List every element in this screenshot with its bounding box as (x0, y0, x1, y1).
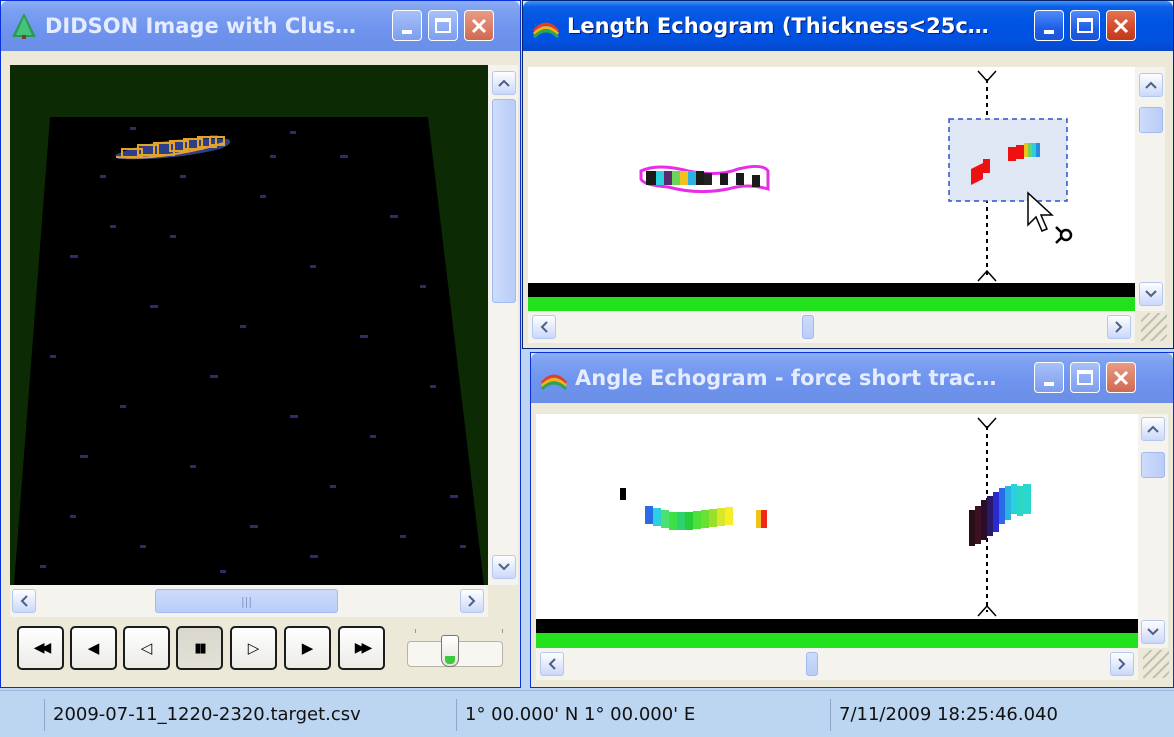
horizontal-scroll-thumb[interactable] (802, 315, 814, 339)
chevron-up-icon (498, 79, 510, 87)
slider-thumb[interactable] (441, 635, 459, 667)
minimize-icon (402, 29, 412, 34)
angle-horizontal-scrollbar[interactable] (536, 648, 1138, 680)
angle-echogram-plot[interactable] (536, 414, 1138, 648)
slider-ticks (415, 629, 503, 633)
playback-speed-slider[interactable] (405, 629, 505, 669)
chevron-down-icon (1147, 628, 1159, 636)
play-reverse-button[interactable]: ◁ (123, 626, 170, 670)
scroll-left-button[interactable] (532, 315, 556, 339)
close-icon (1113, 18, 1129, 33)
close-button[interactable] (1106, 362, 1136, 393)
close-icon (471, 18, 487, 33)
scroll-right-button[interactable] (1110, 652, 1134, 676)
angle-echogram-canvas (536, 417, 1138, 648)
length-echogram-window: Length Echogram (Thickness<25c… (522, 0, 1174, 349)
resize-grip[interactable] (1141, 313, 1167, 341)
scroll-up-button[interactable] (1139, 73, 1163, 97)
minimize-button[interactable] (1034, 362, 1064, 393)
vertical-scroll-thumb[interactable] (492, 99, 516, 303)
play-forward-icon: ▷ (247, 639, 260, 657)
horizontal-scroll-thumb[interactable] (806, 652, 818, 676)
step-back-button[interactable]: ◀ (70, 626, 117, 670)
minimize-icon (1044, 381, 1054, 386)
chevron-left-icon (20, 595, 28, 607)
angle-echogram-window: Angle Echogram - force short trac… (530, 352, 1174, 688)
close-icon (1113, 370, 1129, 385)
status-file: 2009-07-11_1220-2320.target.csv (44, 699, 444, 731)
scroll-grip: ||| (240, 594, 253, 608)
maximize-icon (435, 18, 451, 33)
status-timestamp: 7/11/2009 18:25:46.040 (830, 699, 1160, 731)
minimize-button[interactable] (392, 10, 422, 41)
chevron-down-icon (1145, 290, 1157, 298)
fish-track-selected[interactable] (639, 164, 770, 194)
play-forward-button[interactable]: ▷ (230, 626, 277, 670)
pause-icon: ▮▮ (194, 640, 206, 656)
chevron-up-icon (1147, 425, 1159, 433)
sonar-image-area[interactable] (10, 65, 488, 585)
length-echogram-title: Length Echogram (Thickness<25c… (567, 14, 989, 38)
scroll-right-button[interactable] (1107, 315, 1131, 339)
resize-grip[interactable] (1143, 650, 1169, 678)
scroll-up-button[interactable] (1141, 417, 1165, 441)
chevron-right-icon (1118, 658, 1126, 670)
length-echogram-canvas (528, 70, 1135, 311)
vertical-scroll-thumb[interactable] (1139, 107, 1163, 133)
minimize-icon (1044, 29, 1054, 34)
rewind-icon: ◀◀ (33, 640, 51, 656)
didson-window: DIDSON Image with Clus… ||| ◀◀ ◀ ◁ ▮▮ ▷ … (0, 0, 521, 688)
maximize-icon (1077, 370, 1093, 385)
maximize-button[interactable] (428, 10, 458, 41)
echogram-app-icon (532, 22, 560, 39)
scroll-down-button[interactable] (492, 555, 516, 579)
sonar-app-icon (12, 13, 36, 39)
angle-echogram-title: Angle Echogram - force short trac… (575, 366, 997, 390)
scroll-left-button[interactable] (12, 589, 36, 613)
didson-title: DIDSON Image with Clus… (45, 14, 356, 38)
close-button[interactable] (464, 10, 494, 41)
length-vertical-scrollbar[interactable] (1135, 67, 1165, 311)
fast-forward-button[interactable]: ▶▶ (338, 626, 385, 670)
vertical-scroll-thumb[interactable] (1141, 452, 1165, 478)
length-echogram-plot[interactable] (528, 67, 1135, 311)
angle-echogram-titlebar[interactable]: Angle Echogram - force short trac… (531, 353, 1173, 403)
minimize-button[interactable] (1034, 10, 1064, 41)
play-reverse-icon: ◁ (140, 639, 153, 657)
scroll-down-button[interactable] (1139, 282, 1163, 306)
step-forward-button[interactable]: ▶ (284, 626, 331, 670)
didson-vertical-scrollbar[interactable] (488, 65, 518, 585)
scroll-right-button[interactable] (460, 589, 484, 613)
maximize-button[interactable] (1070, 362, 1100, 393)
echogram-app-icon (540, 374, 568, 391)
length-horizontal-scrollbar[interactable] (528, 311, 1135, 343)
didson-horizontal-scrollbar[interactable]: ||| (10, 585, 488, 617)
length-echogram-titlebar[interactable]: Length Echogram (Thickness<25c… (523, 1, 1173, 51)
fast-forward-icon: ▶▶ (354, 640, 372, 656)
scroll-down-button[interactable] (1141, 620, 1165, 644)
close-button[interactable] (1106, 10, 1136, 41)
horizontal-scroll-thumb[interactable]: ||| (155, 589, 338, 613)
rewind-button[interactable]: ◀◀ (17, 626, 64, 670)
didson-titlebar[interactable]: DIDSON Image with Clus… (1, 1, 520, 51)
angle-vertical-scrollbar[interactable] (1138, 414, 1168, 648)
chevron-right-icon (468, 595, 476, 607)
chevron-up-icon (1145, 81, 1157, 89)
chevron-down-icon (498, 563, 510, 571)
chevron-left-icon (540, 321, 548, 333)
chevron-right-icon (1115, 321, 1123, 333)
pause-button[interactable]: ▮▮ (176, 626, 223, 670)
step-forward-icon: ▶ (301, 639, 314, 657)
status-coordinates: 1° 00.000' N 1° 00.000' E (456, 699, 816, 731)
angle-track-1[interactable] (645, 506, 767, 530)
scroll-up-button[interactable] (492, 71, 516, 95)
angle-track-2[interactable] (969, 484, 1031, 546)
status-bar: 2009-07-11_1220-2320.target.csv 1° 00.00… (0, 690, 1174, 737)
maximize-icon (1077, 18, 1093, 33)
chevron-left-icon (548, 658, 556, 670)
maximize-button[interactable] (1070, 10, 1100, 41)
scroll-left-button[interactable] (540, 652, 564, 676)
sonar-image (14, 117, 484, 585)
step-back-icon: ◀ (87, 639, 100, 657)
